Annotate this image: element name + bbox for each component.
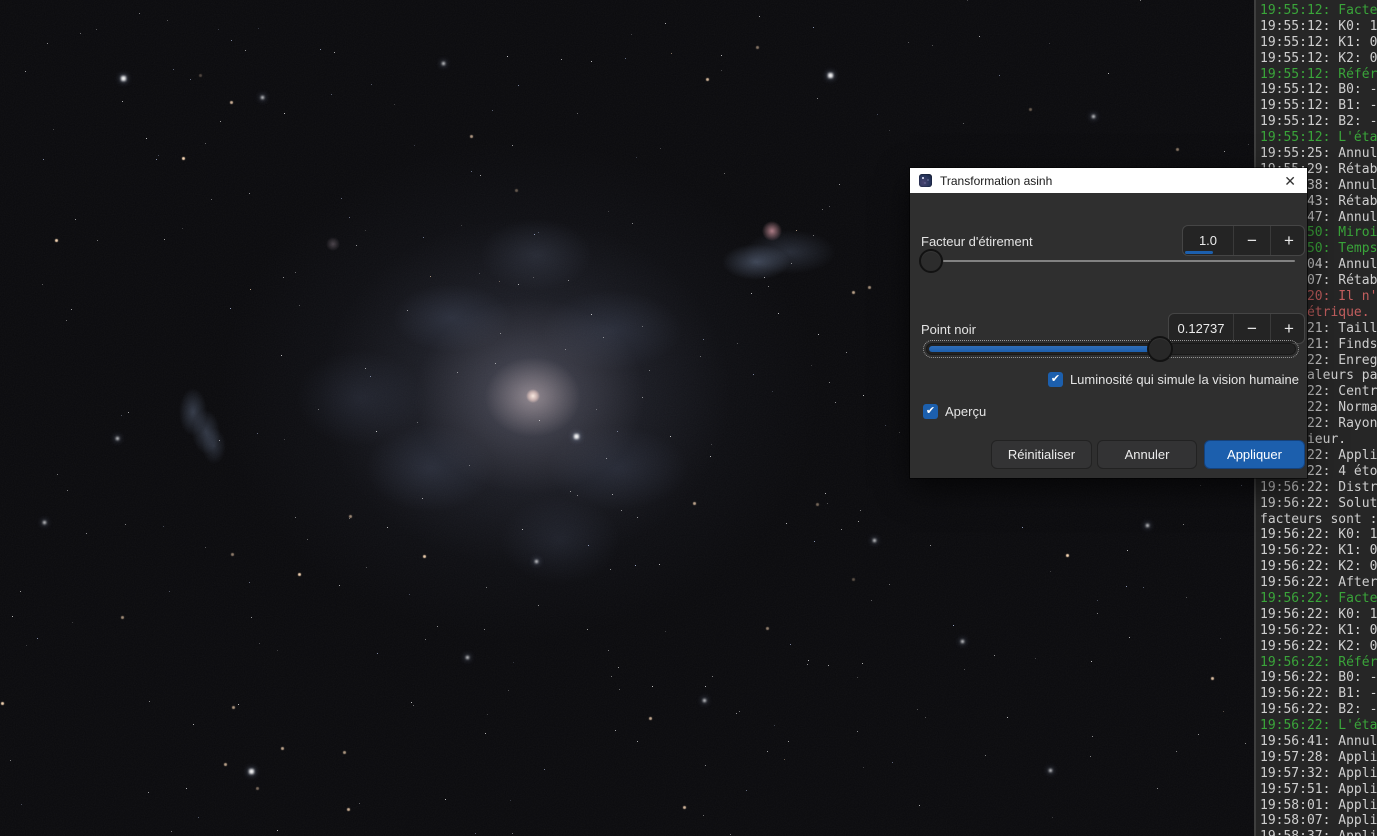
siril-app-icon [919, 174, 932, 187]
log-line: 19:56:22: K2: 0.881 [1260, 638, 1377, 654]
log-line: 19:57:51: Application de la transformati… [1260, 781, 1377, 797]
stretch-factor-label: Facteur d'étirement [921, 234, 1033, 249]
log-line: 19:56:22: Référence de fond de ciel : [1260, 654, 1377, 670]
stretch-factor-input[interactable]: 1.0 [1183, 226, 1233, 255]
log-line: 19:56:41: Annuler : étalonnage des coule… [1260, 733, 1377, 749]
log-line: 19:56:22: K1: 0.908 [1260, 622, 1377, 638]
log-line: 19:57:28: Application de la transformati… [1260, 749, 1377, 765]
apply-button[interactable]: Appliquer [1204, 440, 1305, 469]
black-point-label: Point noir [921, 322, 976, 337]
log-line: 19:56:22: K1: 0.908 [1260, 543, 1377, 559]
log-line: 19:55:12: Référence de fond de ciel : [1260, 66, 1377, 82]
black-point-slider-handle[interactable] [1147, 336, 1173, 362]
log-line: 19:55:12: B0: -2.314e-03 [1260, 82, 1377, 98]
black-point-spinbox: 0.12737 − + [1168, 313, 1305, 344]
log-line: 19:57:32: Application de la transformati… [1260, 765, 1377, 781]
log-line: 19:56:22: B0: -2.314e-03 [1260, 670, 1377, 686]
stretch-factor-value: 1.0 [1198, 233, 1218, 248]
stretch-minus-button[interactable]: − [1233, 226, 1270, 255]
luminance-checkbox[interactable]: ✔ [1047, 372, 1063, 387]
log-line: 19:55:25: Annuler : étalonnage des coule… [1260, 146, 1377, 162]
log-line: 19:58:07: Application de la transformati… [1260, 813, 1377, 829]
log-line: 19:56:22: K0: 1.000 [1260, 606, 1377, 622]
stretch-slider-track[interactable] [943, 260, 1295, 262]
log-line: facteurs sont : [1260, 511, 1377, 527]
black-point-value: 0.12737 [1177, 321, 1225, 336]
dialog-title: Transformation asinh [940, 173, 1053, 188]
luminance-checkbox-row[interactable]: ✔ Luminosité qui simule la vision humain… [1047, 372, 1299, 387]
log-line: 19:56:22: L'étalonnage des couleurs par … [1260, 718, 1377, 734]
black-point-plus-button[interactable]: + [1270, 314, 1307, 343]
log-line: 19:55:12: L'étalonnage des couleurs par … [1260, 130, 1377, 146]
log-line: 19:56:22: K2: 0.881 [1260, 559, 1377, 575]
log-line: 19:55:12: Facteurs de balance des blancs… [1260, 3, 1377, 18]
stretch-slider-handle[interactable] [919, 249, 943, 273]
log-line: 19:55:12: K2: 0.874 [1260, 50, 1377, 66]
close-icon[interactable]: ✕ [1284, 174, 1296, 188]
log-line: 19:55:12: B2: -1.984e-03 [1260, 114, 1377, 130]
stretch-plus-button[interactable]: + [1270, 226, 1307, 255]
log-line: 19:56:22: After normalization: [1260, 575, 1377, 591]
cancel-button[interactable]: Annuler [1097, 440, 1197, 469]
black-point-minus-button[interactable]: − [1233, 314, 1270, 343]
log-line: 19:55:12: K1: 0.912 [1260, 34, 1377, 50]
asinh-transformation-dialog: Transformation asinh ✕ Facteur d'étireme… [910, 168, 1307, 478]
preview-checkbox[interactable]: ✔ [923, 404, 938, 419]
log-line: 19:56:22: B2: -1.984e-03 [1260, 702, 1377, 718]
log-line: 19:56:22: Distribution des étoiles dans … [1260, 479, 1377, 495]
focus-underline [1185, 251, 1213, 254]
log-line: 19:55:12: K0: 1.000 [1260, 18, 1377, 34]
dialog-titlebar: Transformation asinh ✕ [910, 168, 1307, 193]
log-line: 19:56:22: B1: -2.102e-03 [1260, 686, 1377, 702]
log-line: 19:58:37: Application de la transformati… [1260, 829, 1377, 836]
black-point-slider-fill [929, 346, 1159, 352]
log-line: 19:58:01: Application de la transformati… [1260, 797, 1377, 813]
log-line: 19:56:22: Facteurs de balance des blancs… [1260, 590, 1377, 606]
stretch-factor-spinbox: 1.0 − + [1182, 225, 1305, 256]
black-point-input[interactable]: 0.12737 [1169, 314, 1233, 343]
reset-button[interactable]: Réinitialiser [991, 440, 1092, 469]
log-line: 19:56:22: K0: 1.000 [1260, 527, 1377, 543]
preview-checkbox-row[interactable]: ✔ Aperçu [923, 404, 986, 419]
luminance-checkbox-label: Luminosité qui simule la vision humaine [1069, 372, 1299, 387]
log-line: 19:56:22: Solution trouvée, les [1260, 495, 1377, 511]
log-line: 19:55:12: B1: -2.102e-03 [1260, 98, 1377, 114]
black-point-slider-track[interactable] [923, 340, 1299, 358]
preview-checkbox-label: Aperçu [945, 404, 987, 419]
